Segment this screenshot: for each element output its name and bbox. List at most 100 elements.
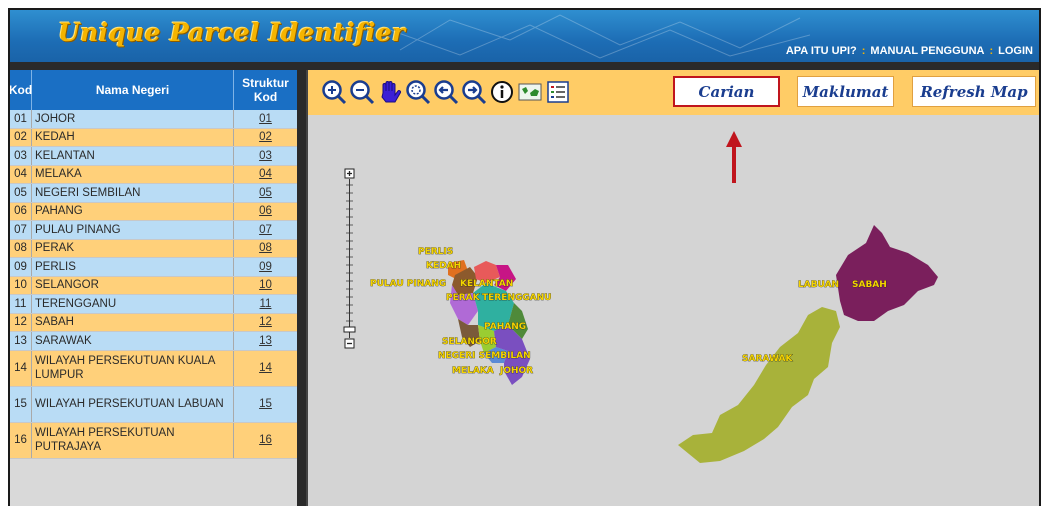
cell-nama-negeri: SELANGOR (32, 276, 234, 294)
struktur-kod-link[interactable]: 08 (259, 242, 272, 254)
map-label-melaka: MELAKA (452, 366, 494, 376)
table-row: 08 PERAK 08 (10, 239, 297, 258)
table-row: 02 KEDAH 02 (10, 128, 297, 147)
cell-nama-negeri: WILAYAH PERSEKUTUAN PUTRAJAYA (32, 422, 234, 458)
table-row: 16 WILAYAH PERSEKUTUAN PUTRAJAYA 16 (10, 422, 297, 459)
cell-nama-negeri: PAHANG (32, 202, 234, 220)
previous-extent-icon[interactable] (432, 78, 460, 106)
next-extent-icon[interactable] (460, 78, 488, 106)
table-row: 10 SELANGOR 10 (10, 276, 297, 295)
legend-list-icon[interactable] (544, 78, 572, 106)
zoom-extent-icon[interactable] (404, 78, 432, 106)
table-body: 01 JOHOR 01 02 KEDAH 02 03 KELANTAN 03 04 MELAKA 04… (10, 110, 297, 459)
pan-hand-icon[interactable] (376, 78, 404, 106)
header-struktur-kod: Struktur Kod (242, 76, 289, 104)
struktur-kod-link[interactable]: 07 (259, 224, 272, 236)
cell-kod: 06 (10, 202, 32, 220)
cell-nama-negeri: PERAK (32, 239, 234, 257)
cell-nama-negeri: SARAWAK (32, 332, 234, 350)
map-label-pahang: PAHANG (484, 322, 526, 332)
red-arrow-indicator (726, 131, 742, 183)
east-malaysia (678, 225, 938, 463)
cell-nama-negeri: WILAYAH PERSEKUTUAN KUALA LUMPUR (32, 350, 234, 386)
app-title: Unique Parcel Identifier (58, 18, 406, 47)
map-label-sarawak: SARAWAK (742, 354, 793, 364)
cell-struktur-kod: 11 (234, 295, 297, 313)
struktur-kod-link[interactable]: 04 (259, 168, 272, 180)
table-row: 12 SABAH 12 (10, 313, 297, 332)
link-apa-itu-upi[interactable]: APA ITU UPI? (786, 45, 857, 57)
map-canvas[interactable]: PERLIS KEDAH PULAU PINANG KELANTAN PERAK… (308, 115, 1039, 506)
cell-struktur-kod: 04 (234, 166, 297, 184)
cell-kod: 02 (10, 128, 32, 146)
map-panel: Carian Maklumat Refresh Map PERLIS KEDAH… (306, 70, 1039, 506)
cell-kod: 01 (10, 110, 32, 128)
malaysia-map: PERLIS KEDAH PULAU PINANG KELANTAN PERAK… (343, 131, 938, 463)
cell-nama-negeri: TERENGGANU (32, 295, 234, 313)
cell-kod: 15 (10, 386, 32, 422)
nav-separator: : (861, 45, 866, 57)
table-row: 09 PERLIS 09 (10, 258, 297, 277)
struktur-kod-link[interactable]: 13 (259, 335, 272, 347)
header-nama-negeri: Nama Negeri (32, 70, 234, 110)
cell-struktur-kod: 08 (234, 240, 297, 258)
zoom-in-icon[interactable] (320, 78, 348, 106)
table-row: 13 SARAWAK 13 (10, 332, 297, 351)
map-toolbar: Carian Maklumat Refresh Map (308, 70, 1039, 115)
cell-kod: 16 (10, 422, 32, 458)
cell-struktur-kod: 01 (234, 110, 297, 128)
cell-struktur-kod: 02 (234, 129, 297, 147)
state-code-table: Kod Nama Negeri Struktur Kod 01 JOHOR 01 02… (10, 70, 297, 506)
struktur-kod-link[interactable]: 03 (259, 150, 272, 162)
struktur-kod-link[interactable]: 14 (259, 362, 272, 374)
info-icon[interactable] (488, 78, 516, 106)
tab-maklumat[interactable]: Maklumat (797, 76, 894, 107)
struktur-kod-link[interactable]: 16 (259, 434, 272, 446)
map-label-terengganu: TERENGGANU (482, 293, 551, 303)
cell-struktur-kod: 16 (234, 423, 297, 458)
zoom-slider[interactable] (343, 168, 356, 349)
cell-struktur-kod: 03 (234, 147, 297, 165)
map-label-selangor: SELANGOR (442, 337, 497, 347)
struktur-kod-link[interactable]: 02 (259, 131, 272, 143)
top-navigation: APA ITU UPI?: MANUAL PENGGUNA: LOGIN (786, 45, 1033, 57)
cell-nama-negeri: PULAU PINANG (32, 221, 234, 239)
app-window: Unique Parcel Identifier APA ITU UPI?: MA… (8, 8, 1041, 506)
table-row: 07 PULAU PINANG 07 (10, 221, 297, 240)
cell-struktur-kod: 06 (234, 203, 297, 221)
cell-nama-negeri: PERLIS (32, 258, 234, 276)
map-label-kedah: KEDAH (426, 261, 461, 271)
struktur-kod-link[interactable]: 12 (259, 316, 272, 328)
struktur-kod-link[interactable]: 06 (259, 205, 272, 217)
cell-struktur-kod: 12 (234, 314, 297, 332)
struktur-kod-link[interactable]: 15 (259, 398, 272, 410)
map-label-negeri-sembilan: NEGERI SEMBILAN (438, 351, 531, 361)
cell-kod: 08 (10, 239, 32, 257)
header-kod: Kod (10, 70, 32, 110)
struktur-kod-link[interactable]: 10 (259, 279, 272, 291)
cell-kod: 11 (10, 295, 32, 313)
app-header: Unique Parcel Identifier APA ITU UPI?: MA… (10, 10, 1039, 62)
cell-struktur-kod: 15 (234, 387, 297, 422)
struktur-kod-link[interactable]: 01 (259, 113, 272, 125)
tab-refresh-map[interactable]: Refresh Map (912, 76, 1036, 107)
struktur-kod-link[interactable]: 05 (259, 187, 272, 199)
link-login[interactable]: LOGIN (998, 45, 1033, 57)
nav-separator: : (989, 45, 994, 57)
table-row: 01 JOHOR 01 (10, 110, 297, 129)
map-label-kelantan: KELANTAN (460, 279, 513, 289)
zoom-out-icon[interactable] (348, 78, 376, 106)
struktur-kod-link[interactable]: 09 (259, 261, 272, 273)
cell-nama-negeri: KELANTAN (32, 147, 234, 165)
map-overview-icon[interactable] (516, 78, 544, 106)
table-row: 05 NEGERI SEMBILAN 05 (10, 184, 297, 203)
cell-kod: 14 (10, 350, 32, 386)
tab-carian[interactable]: Carian (673, 76, 780, 107)
cell-kod: 04 (10, 165, 32, 183)
cell-struktur-kod: 13 (234, 332, 297, 350)
table-row: 06 PAHANG 06 (10, 202, 297, 221)
link-manual-pengguna[interactable]: MANUAL PENGGUNA (870, 45, 984, 57)
header-map-decoration (390, 14, 810, 59)
cell-kod: 12 (10, 313, 32, 331)
struktur-kod-link[interactable]: 11 (260, 298, 272, 310)
